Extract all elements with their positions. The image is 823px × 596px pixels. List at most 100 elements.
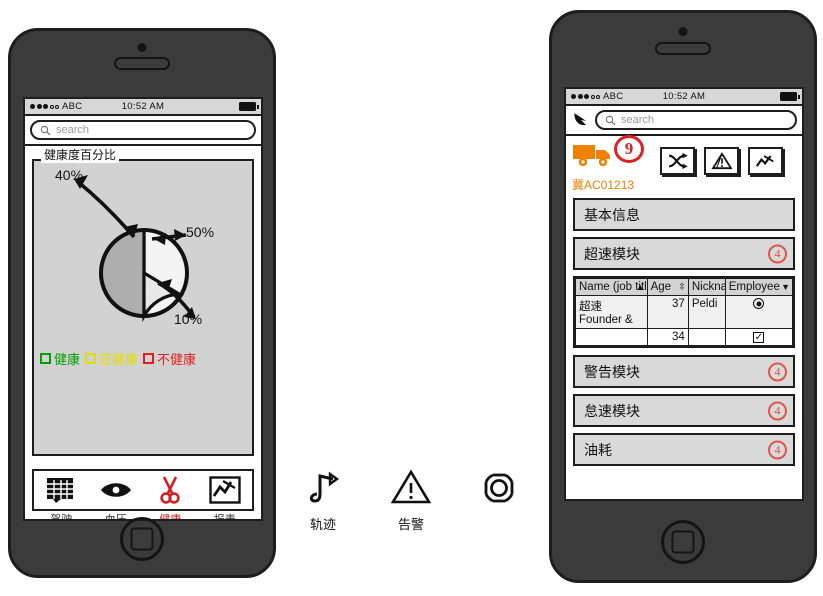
search-icon bbox=[605, 115, 616, 125]
warning-icon bbox=[710, 152, 733, 170]
status-bar-left-group: ABC bbox=[25, 101, 82, 112]
chart-legend: 健康 亚健康 不健康 bbox=[40, 349, 196, 368]
tab-bloodpressure[interactable]: 血压 bbox=[89, 471, 144, 519]
annotation-badge: 4 bbox=[768, 401, 787, 420]
tab-health[interactable]: 健康 bbox=[143, 471, 198, 519]
route-icon bbox=[668, 153, 688, 169]
camera-icon bbox=[137, 43, 147, 52]
legend-swatch-healthy bbox=[40, 353, 51, 364]
radio-button-icon[interactable] bbox=[753, 298, 765, 309]
module-list-top: 基本信息 超速模块 4 bbox=[566, 196, 802, 270]
tab-label-report: 报表 bbox=[213, 514, 236, 521]
calendar-icon bbox=[47, 478, 74, 503]
scissors-icon bbox=[160, 476, 180, 504]
column-header-employee[interactable]: Employee ▼ bbox=[724, 278, 793, 296]
legend-label-unhealthy: 不健康 bbox=[157, 352, 197, 367]
list-item[interactable]: 警告模块 4 bbox=[573, 355, 795, 388]
cell-name: 超速 Founder & bbox=[575, 295, 648, 329]
page-title: 健康度百分比 bbox=[41, 146, 120, 163]
status-bar-right: ABC 10:52 AM bbox=[566, 89, 802, 106]
icon-item-settings[interactable] bbox=[468, 468, 530, 533]
back-arrow-icon[interactable] bbox=[571, 110, 591, 130]
status-bar-left: ABC 10:52 AM bbox=[25, 99, 261, 116]
search-icon bbox=[40, 125, 51, 135]
list-item[interactable]: 油耗 4 bbox=[573, 433, 795, 466]
screen-right: ABC 10:52 AM search 9 冀AC01213 基本信息 超速模块… bbox=[564, 87, 804, 501]
bottom-tab-bar: 驾驶 血压 健康 报表 bbox=[32, 469, 254, 519]
vehicle-info[interactable]: 9 冀AC01213 bbox=[572, 135, 650, 193]
vehicle-plate-label: 冀AC01213 bbox=[572, 178, 635, 192]
tab-label-bloodpressure: 血压 bbox=[104, 514, 127, 521]
tab-driving[interactable]: 驾驶 bbox=[34, 471, 89, 519]
column-header-age[interactable]: Age ⇳ bbox=[646, 278, 689, 296]
search-bar-left: search bbox=[25, 116, 261, 146]
list-item-label: 怠速模块 bbox=[584, 402, 640, 419]
legend-swatch-unhealthy bbox=[143, 353, 155, 364]
cell-name-line1: 超速 bbox=[579, 301, 602, 313]
annotation-badge: 4 bbox=[768, 362, 787, 381]
icon-item-track[interactable]: 轨迹 bbox=[292, 468, 354, 533]
table-row[interactable]: 34 ✓ bbox=[575, 328, 793, 346]
cell-name bbox=[575, 328, 648, 346]
eye-icon bbox=[100, 483, 131, 497]
cell-nickname bbox=[687, 328, 726, 346]
camera-icon bbox=[678, 27, 688, 36]
signal-strength-icon bbox=[571, 94, 600, 99]
chart-icon bbox=[209, 476, 241, 504]
warning-button[interactable] bbox=[704, 147, 739, 175]
home-button[interactable] bbox=[661, 520, 705, 564]
tab-report[interactable]: 报表 bbox=[198, 471, 253, 519]
battery-icon bbox=[780, 92, 800, 101]
column-header-employee-label: Employee bbox=[728, 281, 780, 293]
checkbox-icon[interactable]: ✓ bbox=[753, 332, 765, 343]
annotation-badge: 4 bbox=[768, 244, 787, 263]
annotation-badge: 4 bbox=[768, 440, 787, 459]
speaker-grille bbox=[655, 42, 711, 55]
icon-label-track: 轨迹 bbox=[309, 517, 336, 532]
warning-triangle-icon bbox=[390, 469, 432, 504]
vehicle-header: 9 冀AC01213 bbox=[566, 135, 802, 196]
search-placeholder: search bbox=[621, 114, 655, 126]
sort-indicator-icon: ▼ bbox=[781, 282, 790, 292]
list-item[interactable]: 超速模块 4 bbox=[573, 237, 795, 270]
data-table: Name (job title) ▲ Age ⇳ Nickname bbox=[573, 276, 795, 348]
pie-chart-panel: 40% 50% 10% 健康 亚健康 不健康 bbox=[32, 159, 254, 456]
icon-item-alarm[interactable]: 告警 bbox=[380, 468, 442, 533]
cell-name-line2: Founder & bbox=[579, 314, 633, 326]
health-card: 健康度百分比 40% 50% 10% 健康 亚健康 不健康 bbox=[25, 146, 261, 456]
tab-label-health: 健康 bbox=[159, 514, 182, 521]
search-input[interactable]: search bbox=[30, 120, 256, 140]
list-item[interactable]: 怠速模块 4 bbox=[573, 394, 795, 427]
list-item-label: 警告模块 bbox=[584, 363, 640, 380]
clock-label: 10:52 AM bbox=[121, 101, 165, 112]
phone-device-right: ABC 10:52 AM search 9 冀AC01213 基本信息 超速模块… bbox=[549, 10, 817, 583]
home-button[interactable] bbox=[120, 517, 164, 561]
table-header-row: Name (job title) ▲ Age ⇳ Nickname bbox=[575, 278, 793, 296]
icon-label-alarm: 告警 bbox=[397, 517, 424, 532]
module-list-bottom: 警告模块 4 怠速模块 4 油耗 4 bbox=[566, 353, 802, 466]
clock-label: 10:52 AM bbox=[662, 91, 706, 102]
tab-label-driving: 驾驶 bbox=[50, 514, 73, 521]
cell-employee[interactable]: ✓ bbox=[724, 328, 793, 346]
phone-device-left: ABC 10:52 AM search 健康度百分比 40% 50% 10% 健… bbox=[8, 28, 276, 578]
search-placeholder: search bbox=[56, 124, 90, 136]
speaker-grille bbox=[114, 57, 170, 70]
wireframe-canvas: ABC 10:52 AM search 健康度百分比 40% 50% 10% 健… bbox=[0, 0, 823, 596]
search-input[interactable]: search bbox=[595, 110, 797, 130]
route-button[interactable] bbox=[660, 147, 695, 175]
route-note-icon bbox=[309, 471, 340, 503]
chart-button[interactable] bbox=[748, 147, 783, 175]
table-row[interactable]: 超速 Founder & 37 Peldi bbox=[575, 295, 793, 329]
screen-left: ABC 10:52 AM search 健康度百分比 40% 50% 10% 健… bbox=[23, 97, 263, 521]
cell-employee[interactable] bbox=[724, 295, 793, 329]
legend-swatch-subhealthy bbox=[85, 353, 97, 364]
sort-indicator-icon: ▲ bbox=[635, 282, 645, 292]
list-item-label: 油耗 bbox=[584, 441, 612, 458]
column-header-nickname[interactable]: Nickname bbox=[687, 278, 726, 296]
gear-icon bbox=[484, 473, 514, 503]
column-header-name[interactable]: Name (job title) ▲ bbox=[575, 278, 648, 296]
status-bar-left-group: ABC bbox=[566, 91, 623, 102]
legend-item-healthy: 健康 bbox=[40, 349, 80, 368]
list-item[interactable]: 基本信息 bbox=[573, 198, 795, 231]
cell-age: 34 bbox=[646, 328, 689, 346]
